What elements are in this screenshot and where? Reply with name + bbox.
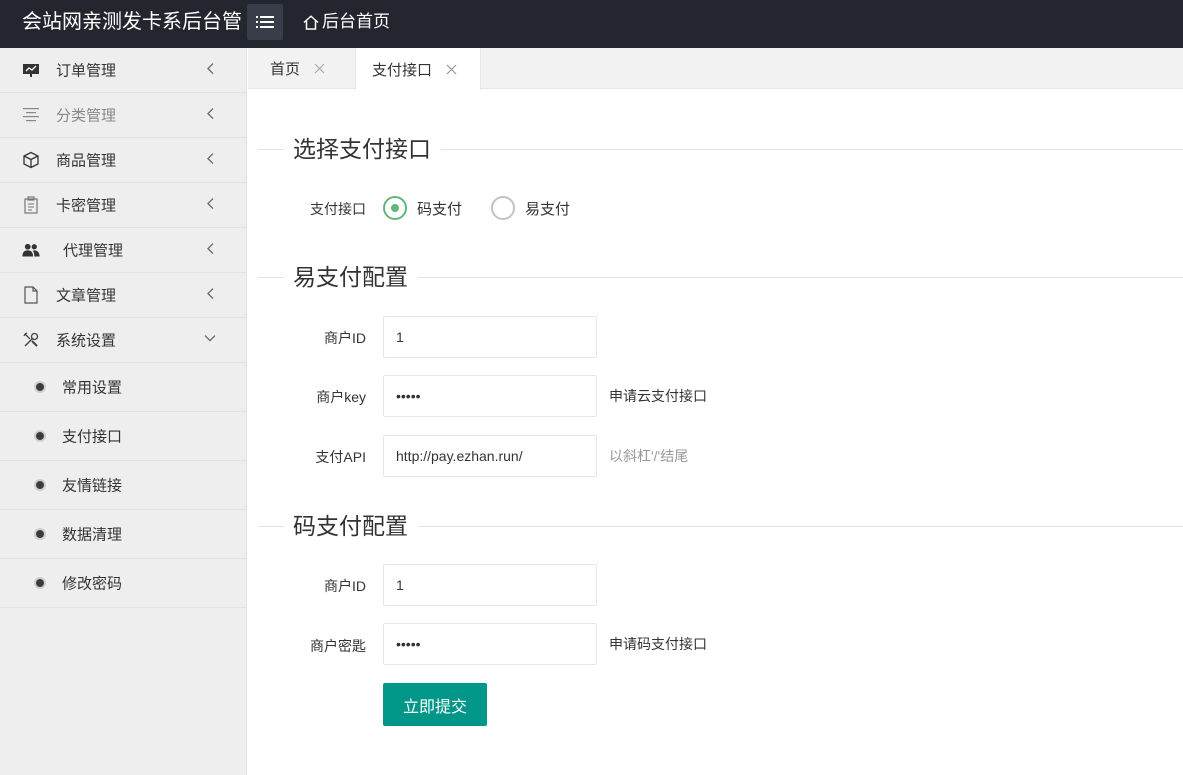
epay-api-input[interactable] [383,435,597,477]
sidebar-item-label: 系统设置 [56,332,117,350]
admin-home-label: 后台首页 [322,12,390,31]
chevron-left-icon [203,107,217,121]
submit-button[interactable]: 立即提交 [383,683,487,726]
tools-icon [22,331,40,349]
epay-merchant-id-input[interactable] [383,316,597,358]
bullet-icon [34,381,46,393]
tab-bar: 首页 支付接口 [248,48,1183,90]
sidebar-item-agents[interactable]: 代理管理 [0,228,246,273]
sidebar-subitem-label: 常用设置 [62,379,123,397]
section-header-codepay: 码支付配置 [258,511,1183,541]
bullet-icon [34,479,46,491]
sidebar-subitem-payment-interface[interactable]: 支付接口 [0,412,246,461]
chevron-left-icon [203,287,217,301]
sidebar-item-label: 商品管理 [56,152,117,170]
tab-payment-interface[interactable]: 支付接口 [355,48,481,90]
radio-codepay[interactable]: 码支付 [383,196,462,220]
divider [258,277,284,278]
bullet-icon [34,430,46,442]
clipboard-icon [22,196,40,214]
sidebar-item-label: 代理管理 [63,242,124,260]
sidebar-subitem-data-cleanup[interactable]: 数据清理 [0,510,246,559]
divider [440,149,1183,150]
bullet-icon [34,528,46,540]
sidebar-subitem-friend-links[interactable]: 友情链接 [0,461,246,510]
admin-home-link[interactable]: 后台首页 [303,0,390,44]
sidebar-subitem-label: 友情链接 [62,477,123,495]
top-header: 会站网亲测发卡系后台管 后台首页 [0,0,1183,48]
codepay-merchant-secret-input[interactable] [383,623,597,665]
tab-label: 支付接口 [372,61,433,79]
codepay-merchant-id-label: 商户ID [324,578,366,594]
menu-toggle-button[interactable] [247,4,283,40]
codepay-secret-hint: 申请码支付接口 [609,636,707,652]
main-content: 选择支付接口 支付接口 码支付 易支付 易支付配置 商户ID 商户key 申请云… [248,90,1183,775]
sidebar-item-label: 分类管理 [56,107,117,125]
epay-key-hint: 申请云支付接口 [609,388,707,404]
chevron-left-icon [203,152,217,166]
sidebar-subitem-change-password[interactable]: 修改密码 [0,559,246,608]
hamburger-icon [256,16,274,28]
home-icon [303,14,319,30]
payment-interface-label: 支付接口 [310,201,366,217]
divider [258,526,284,527]
sidebar-item-categories[interactable]: 分类管理 [0,93,246,138]
section-header-select: 选择支付接口 [258,134,1183,164]
chevron-left-icon [203,62,217,76]
sidebar-item-settings[interactable]: 系统设置 [0,318,246,363]
sidebar-item-articles[interactable]: 文章管理 [0,273,246,318]
sidebar: 订单管理 分类管理 商品管理 卡密管理 代理管理 文章管理 系统设置 常用设置 … [0,48,247,775]
sidebar-subitem-label: 修改密码 [62,575,123,593]
cube-icon [22,151,40,169]
divider [416,277,1183,278]
tab-label: 首页 [270,61,301,78]
sidebar-subitem-label: 数据清理 [62,526,123,544]
radio-circle-icon [491,196,515,220]
epay-api-label: 支付API [315,449,366,465]
chart-board-icon [22,61,40,79]
chevron-down-icon [203,332,217,346]
sidebar-item-cards[interactable]: 卡密管理 [0,183,246,228]
sidebar-item-label: 订单管理 [56,62,117,80]
section-title: 易支付配置 [293,262,418,292]
divider [258,149,284,150]
sidebar-subitem-general-settings[interactable]: 常用设置 [0,363,246,412]
chevron-left-icon [203,197,217,211]
brand-title: 会站网亲测发卡系后台管 [22,11,242,33]
radio-epay[interactable]: 易支付 [491,196,570,220]
codepay-merchant-secret-label: 商户密匙 [310,638,366,654]
radio-label: 易支付 [525,200,571,218]
close-icon[interactable] [446,64,457,75]
epay-api-hint: 以斜杠'/'结尾 [609,448,689,464]
section-header-epay: 易支付配置 [258,262,1183,292]
divider [416,526,1183,527]
sidebar-subitem-label: 支付接口 [62,428,123,446]
section-title: 选择支付接口 [293,134,441,164]
bullet-icon [34,577,46,589]
sidebar-item-label: 文章管理 [56,287,117,305]
epay-merchant-key-label: 商户key [316,389,366,405]
codepay-merchant-id-input[interactable] [383,564,597,606]
section-title: 码支付配置 [293,511,418,541]
epay-merchant-key-input[interactable] [383,375,597,417]
sidebar-item-products[interactable]: 商品管理 [0,138,246,183]
sidebar-item-orders[interactable]: 订单管理 [0,48,246,93]
close-icon[interactable] [314,63,325,74]
tab-home[interactable]: 首页 [248,48,354,89]
users-icon [22,241,40,259]
radio-circle-icon [383,196,407,220]
sidebar-item-label: 卡密管理 [56,197,117,215]
document-icon [22,286,40,304]
epay-merchant-id-label: 商户ID [324,330,366,346]
chevron-left-icon [203,242,217,256]
align-center-icon [22,106,40,124]
radio-label: 码支付 [417,200,463,218]
